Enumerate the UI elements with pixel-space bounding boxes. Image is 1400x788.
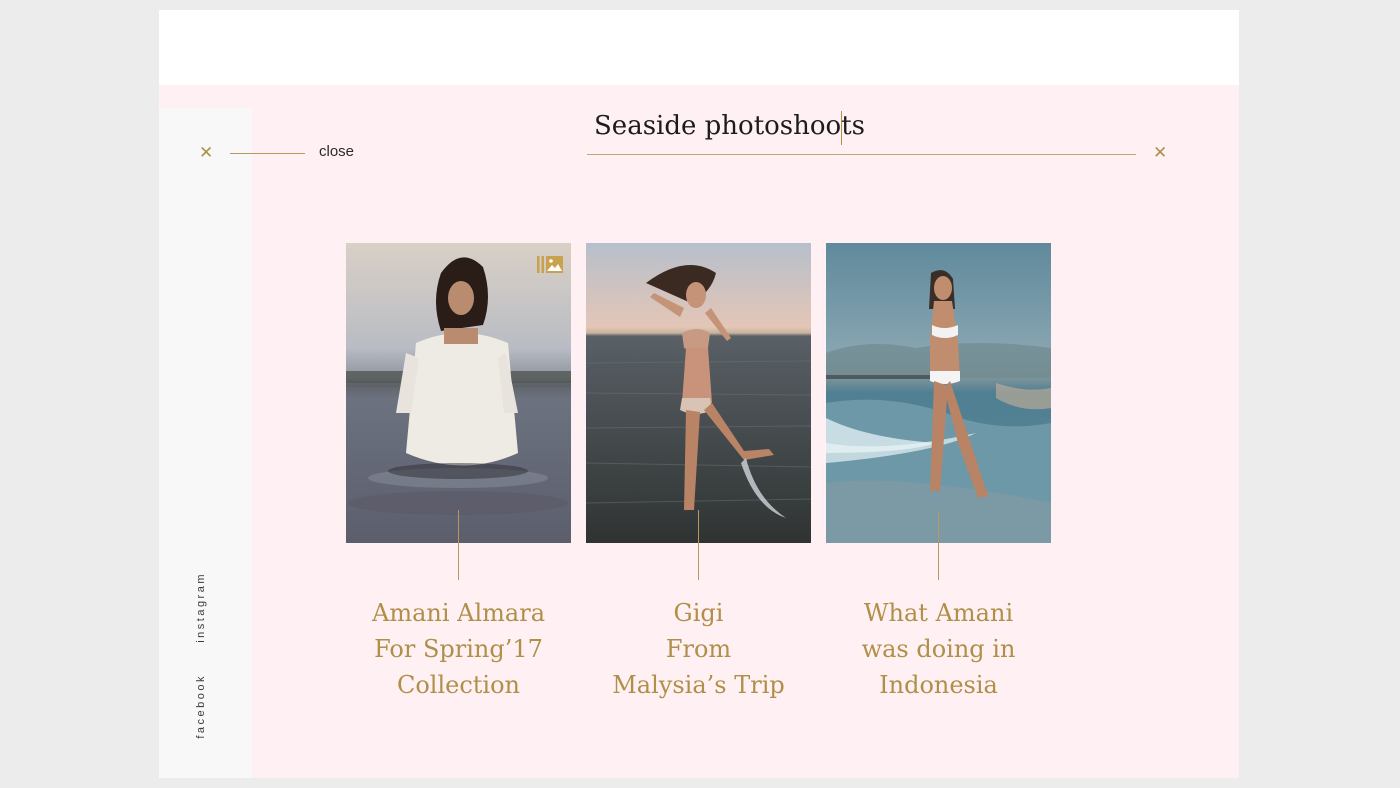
connector-line <box>458 510 459 580</box>
result-photo[interactable] <box>826 243 1051 543</box>
facebook-link[interactable]: facebook <box>195 674 207 739</box>
result-title[interactable]: What Amani was doing in Indonesia <box>786 595 1091 703</box>
close-divider <box>230 153 305 154</box>
instagram-link[interactable]: instagram <box>195 572 207 643</box>
close-button[interactable]: close <box>319 143 354 160</box>
result-photo[interactable] <box>586 243 811 543</box>
clear-search-icon[interactable]: ✕ <box>1153 145 1167 162</box>
search-input[interactable] <box>591 105 1134 147</box>
result-card[interactable]: Gigi From Malysia’s Trip <box>586 243 811 699</box>
text-caret <box>841 111 842 145</box>
app-frame: ✕ close ✕ instagram facebook <box>159 10 1239 778</box>
connector-line <box>938 510 939 580</box>
result-card[interactable]: Amani Almara For Spring’17 Collection <box>346 243 571 699</box>
result-card[interactable]: What Amani was doing in Indonesia <box>826 243 1051 699</box>
result-photo[interactable] <box>346 243 571 543</box>
gallery-icon <box>537 256 563 273</box>
connector-line <box>698 510 699 580</box>
close-icon[interactable]: ✕ <box>199 145 213 162</box>
search-underline <box>587 154 1136 155</box>
